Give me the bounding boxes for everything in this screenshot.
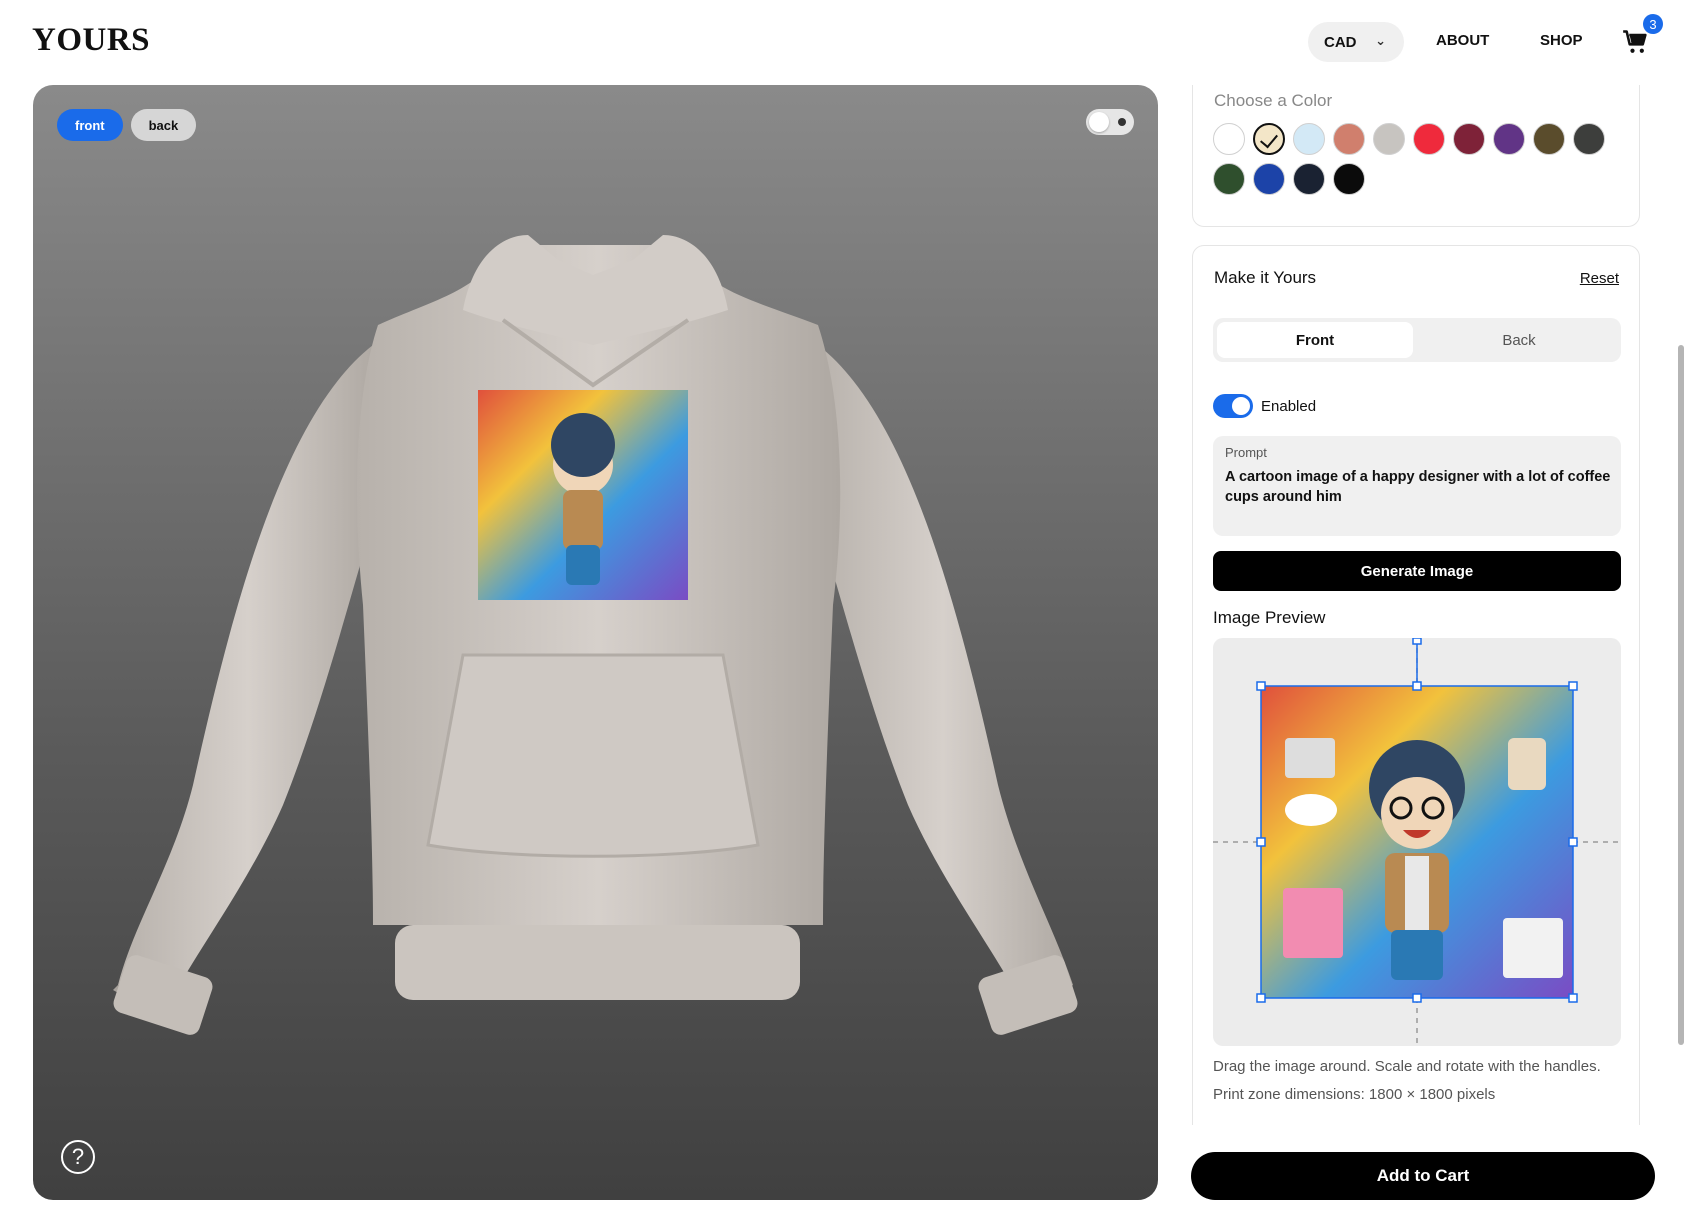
enabled-toggle[interactable] [1213, 394, 1253, 418]
chevron-down-icon: ⌄ [1375, 33, 1386, 48]
color-swatch[interactable] [1333, 123, 1365, 155]
color-swatch[interactable] [1213, 123, 1245, 155]
side-segmented-control: Front Back [1213, 318, 1621, 362]
toggle-knob [1089, 112, 1109, 132]
toggle-knob [1232, 397, 1250, 415]
side-back-tab[interactable]: Back [1421, 322, 1617, 358]
color-swatch[interactable] [1253, 123, 1285, 155]
color-swatch[interactable] [1333, 163, 1365, 195]
hoodie-model[interactable] [33, 85, 1158, 1200]
view-back-button[interactable]: back [130, 109, 197, 141]
color-picker-title: Choose a Color [1214, 91, 1333, 110]
nav-shop-link[interactable]: SHOP [1540, 32, 1583, 49]
make-it-yours-card: Make it Yours Reset Front Back Enabled P… [1192, 245, 1640, 1125]
view-toggle: front back [57, 109, 197, 141]
enabled-label: Enabled [1261, 397, 1317, 415]
theme-toggle[interactable] [1086, 109, 1134, 135]
enabled-row: Enabled [1213, 394, 1316, 418]
side-front-tab[interactable]: Front [1217, 322, 1413, 358]
color-swatch[interactable] [1373, 123, 1405, 155]
color-swatch[interactable] [1493, 123, 1525, 155]
currency-value: CAD [1324, 33, 1357, 51]
preview-transform-editor[interactable] [1213, 638, 1621, 1046]
nav-about-link[interactable]: ABOUT [1436, 32, 1489, 49]
color-swatch[interactable] [1293, 123, 1325, 155]
currency-select[interactable]: CAD ⌄ [1308, 22, 1404, 62]
customize-panel[interactable]: Choose a Color Make it Yours Reset Front… [1190, 85, 1640, 1125]
color-swatch[interactable] [1413, 123, 1445, 155]
prompt-input[interactable]: A cartoon image of a happy designer with… [1225, 467, 1613, 507]
color-swatch[interactable] [1573, 123, 1605, 155]
drag-hint: Drag the image around. Scale and rotate … [1213, 1058, 1601, 1075]
help-icon[interactable]: ? [61, 1140, 95, 1174]
cart-icon[interactable] [1622, 28, 1650, 56]
scrollbar-thumb[interactable] [1678, 345, 1684, 1045]
view-front-button[interactable]: front [57, 109, 123, 141]
color-picker-card: Choose a Color [1192, 85, 1640, 227]
print-zone-dimensions: Print zone dimensions: 1800 × 1800 pixel… [1213, 1086, 1496, 1103]
product-viewer[interactable]: front back ? [33, 85, 1158, 1200]
cart-count-badge: 3 [1643, 14, 1663, 34]
add-to-cart-button[interactable]: Add to Cart [1191, 1152, 1655, 1200]
color-swatches [1213, 123, 1623, 195]
panel-scrollbar[interactable] [1676, 90, 1686, 1130]
section-title: Make it Yours [1214, 268, 1317, 287]
color-swatch[interactable] [1293, 163, 1325, 195]
brand-logo[interactable]: YOURS [32, 22, 150, 59]
top-header: YOURS CAD ⌄ ABOUT SHOP 3 [0, 0, 1688, 84]
generate-image-button[interactable]: Generate Image [1213, 551, 1621, 591]
sun-icon [1118, 118, 1126, 126]
color-swatch[interactable] [1213, 163, 1245, 195]
color-swatch[interactable] [1453, 123, 1485, 155]
image-preview-title: Image Preview [1213, 608, 1326, 627]
reset-link[interactable]: Reset [1580, 270, 1619, 287]
prompt-field[interactable]: Prompt A cartoon image of a happy design… [1213, 436, 1621, 536]
color-swatch[interactable] [1253, 163, 1285, 195]
prompt-label: Prompt [1225, 445, 1267, 460]
color-swatch[interactable] [1533, 123, 1565, 155]
image-preview-canvas[interactable] [1213, 638, 1621, 1046]
